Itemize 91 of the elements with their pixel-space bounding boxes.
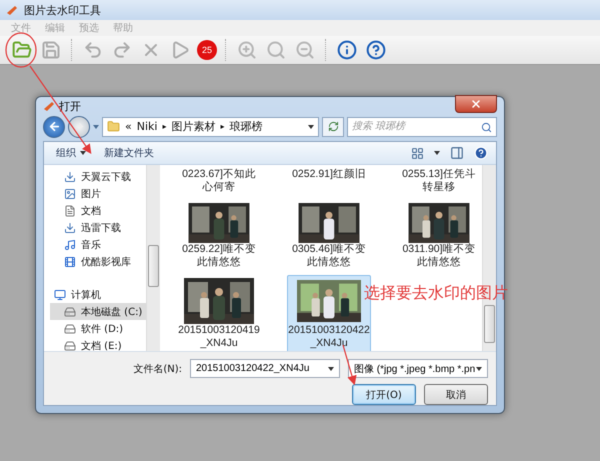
redo-icon — [112, 40, 132, 60]
counter-button[interactable]: 25 — [197, 40, 217, 60]
folder-icon — [12, 40, 32, 60]
nav-item[interactable]: 计算机 — [50, 286, 146, 303]
help-icon — [366, 40, 386, 60]
file-name: 0252.91]红颜旧 — [291, 168, 367, 181]
magnifier-icon — [266, 40, 286, 60]
file-name: 20151003120419_XN4Ju — [178, 324, 260, 350]
zoom-out-icon — [295, 40, 315, 60]
folder-icon — [107, 120, 120, 134]
refresh-icon — [328, 121, 338, 132]
command-button[interactable]: 组织 — [52, 146, 90, 160]
nav-item[interactable]: 天翼云下载 — [50, 168, 146, 185]
nav-label: 计算机 — [71, 288, 101, 302]
save-icon — [41, 40, 61, 60]
app-icon — [6, 4, 18, 16]
close-button[interactable] — [455, 95, 497, 114]
nav-label: 音乐 — [81, 238, 101, 252]
file-name: 0305.46]唯不变此情悠悠 — [291, 243, 367, 269]
forward-button[interactable] — [68, 116, 90, 138]
nav-label: 天翼云下载 — [81, 170, 131, 184]
preview-pane-button[interactable] — [450, 146, 464, 160]
music-icon — [64, 238, 76, 250]
play-icon — [170, 40, 190, 60]
address-field[interactable]: « Niki ▸ 图片素材 ▸ 琅琊榜 — [102, 116, 319, 137]
dialog-icon — [43, 100, 55, 112]
scrollbar[interactable] — [146, 165, 160, 351]
nav-label: 优酷影视库 — [81, 256, 131, 268]
filename-label: 文件名(N): — [133, 362, 182, 376]
annotation-circle — [5, 32, 37, 68]
file-item[interactable]: 0252.91]红颜旧 — [287, 165, 371, 197]
nav-item[interactable]: 文档 — [50, 202, 146, 219]
file-name: 0311.90]唯不变此情悠悠 — [401, 243, 477, 269]
nav-item[interactable]: 本地磁盘 (C:) — [50, 303, 146, 320]
file-item[interactable]: 20151003120419_XN4Ju — [177, 275, 261, 351]
drive-icon — [64, 340, 76, 351]
search-icon — [481, 122, 492, 133]
breadcrumb-link[interactable]: 图片素材 — [171, 119, 216, 134]
nav-label: 文档 — [81, 204, 101, 218]
nav-label: 文档 (E:) — [81, 340, 122, 351]
document-icon — [64, 204, 76, 216]
nav-label: 图片 — [81, 188, 101, 200]
dialog-title: 打开 — [59, 98, 82, 114]
refresh-button[interactable] — [322, 116, 344, 137]
nav-item[interactable]: 文档 (E:) — [50, 337, 146, 351]
breadcrumb-link[interactable]: Niki — [136, 120, 158, 134]
breadcrumb-separator: ▸ — [162, 122, 166, 132]
back-button[interactable] — [43, 116, 65, 138]
help-button[interactable] — [474, 146, 488, 160]
caret-icon — [434, 151, 440, 155]
nav-label: 软件 (D:) — [81, 322, 124, 336]
film-icon — [64, 256, 76, 268]
window-title: 图片去水印工具 — [24, 2, 101, 18]
nav-item[interactable]: 图片 — [50, 185, 146, 202]
close-icon — [470, 98, 482, 110]
back-arrow-icon — [48, 120, 60, 134]
download-folder-icon — [64, 222, 76, 234]
file-item[interactable]: 0259.22]唯不变此情悠悠 — [177, 200, 261, 272]
nav-item[interactable]: 优酷影视库 — [50, 253, 146, 270]
caret-icon — [308, 124, 314, 129]
nav-item[interactable]: 迅雷下载 — [50, 219, 146, 236]
info-icon — [337, 40, 357, 60]
search-field[interactable]: 搜索 琅琊榜 — [347, 116, 497, 137]
dialog-button[interactable]: 取消 — [424, 384, 488, 405]
info-button[interactable] — [335, 38, 359, 62]
view-button[interactable] — [411, 146, 424, 160]
file-item[interactable]: 0305.46]唯不变此情悠悠 — [287, 200, 371, 272]
breadcrumb-link[interactable]: 琅琊榜 — [229, 119, 262, 134]
computer-icon — [54, 288, 66, 300]
caret-icon — [328, 366, 334, 370]
nav-item[interactable]: 音乐 — [50, 236, 146, 253]
file-item[interactable]: 0311.90]唯不变此情悠悠 — [397, 200, 481, 272]
file-name: 20151003120422_XN4Ju — [288, 324, 370, 350]
pictures-icon — [64, 188, 76, 200]
help-button[interactable] — [364, 38, 388, 62]
nav-item[interactable]: 软件 (D:) — [50, 320, 146, 337]
file-type-dropdown[interactable]: 图像 (*jpg *.jpeg *.bmp *.pn — [348, 359, 488, 378]
breadcrumb-separator: ▸ — [220, 122, 224, 132]
nav-label: 迅雷下载 — [81, 222, 121, 234]
filename-field[interactable]: 20151003120422_XN4Ju — [190, 359, 340, 378]
download-folder-icon — [64, 170, 76, 182]
drive-icon — [64, 306, 76, 318]
drive-icon — [64, 322, 76, 334]
undo-icon — [83, 40, 103, 60]
zoom-in-icon — [237, 40, 257, 60]
breadcrumb-separator: « — [125, 120, 132, 134]
nav-label: 本地磁盘 (C:) — [81, 306, 142, 318]
command-button[interactable]: 新建文件夹 — [100, 146, 158, 160]
dialog-button[interactable]: 打开(O) — [352, 384, 416, 405]
file-name: 0259.22]唯不变此情悠悠 — [181, 243, 257, 269]
caret-icon — [476, 366, 482, 370]
